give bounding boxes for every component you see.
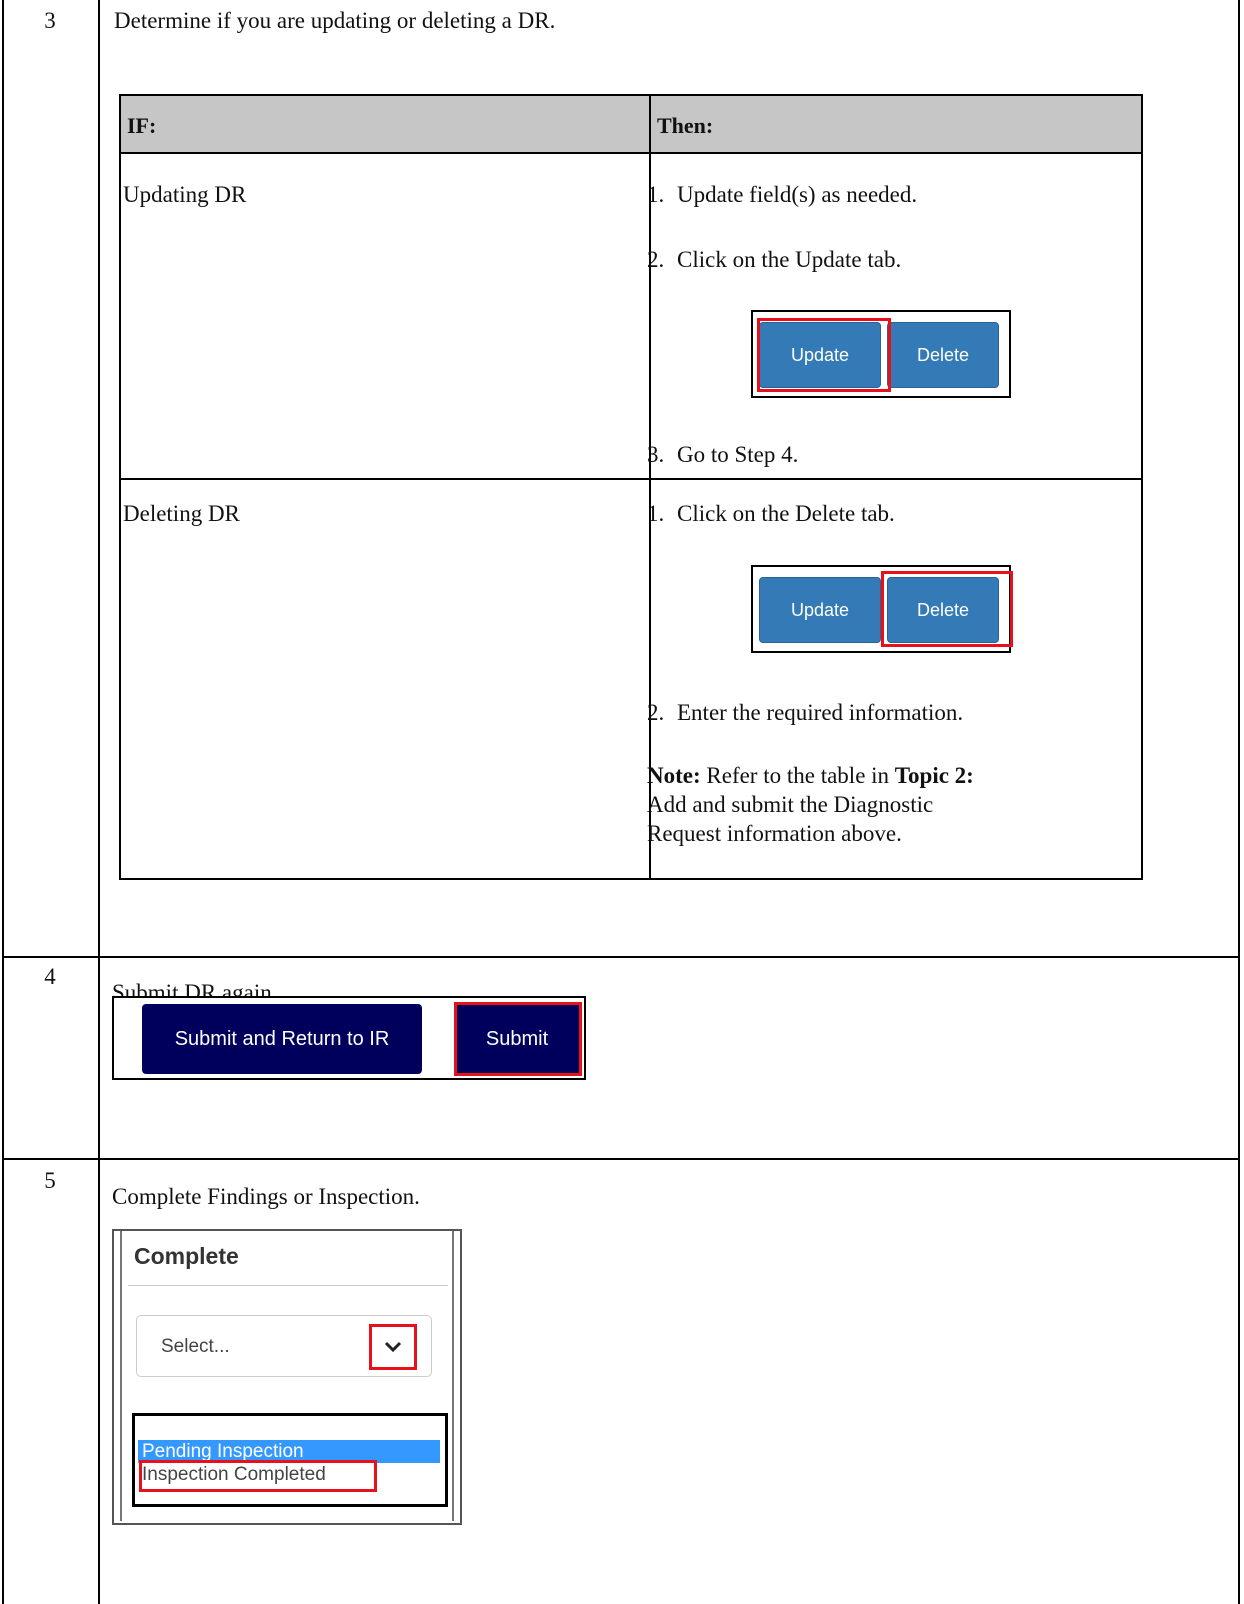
if-then-table: IF: Then: Updating DR 1. Update field(s) …: [119, 94, 1143, 880]
column-divider: [98, 0, 100, 1604]
option-pending-inspection[interactable]: Pending Inspection: [138, 1440, 440, 1463]
then-item: 1. Update field(s) as needed.: [647, 182, 917, 208]
item-text: Go to Step 4.: [677, 442, 799, 467]
dropdown-list: Pending Inspection Inspection Completed: [132, 1413, 448, 1507]
complete-panel: Complete Select... Pending Inspection In…: [120, 1231, 454, 1521]
note-line-2: Add and submit the Diagnostic: [647, 792, 934, 817]
button-screenshot-delete: Update Delete: [751, 565, 1013, 653]
step-5-text: Complete Findings or Inspection.: [112, 1184, 420, 1209]
then-item: 1. Click on the Delete tab.: [647, 501, 895, 527]
note-topic: Topic 2:: [894, 763, 974, 788]
step-3-text: Determine if you are updating or deletin…: [114, 8, 556, 33]
header-then: Then:: [657, 113, 714, 138]
note-line-1: Note: Refer to the table in Topic 2:: [647, 763, 974, 789]
step-number-4: 4: [44, 964, 56, 989]
option-inspection-completed[interactable]: Inspection Completed: [138, 1463, 440, 1486]
row-divider-4: [2, 956, 1240, 958]
item-number: 1.: [647, 501, 665, 526]
then-item: 2. Enter the required information.: [647, 700, 963, 726]
if-then-header: [121, 96, 1141, 154]
title-separator: [128, 1285, 448, 1286]
submit-button[interactable]: Submit: [454, 1004, 580, 1074]
item-text: Enter the required information.: [677, 700, 964, 725]
row-divider-5: [2, 1158, 1240, 1160]
condition-deleting: Deleting DR: [123, 501, 240, 526]
delete-button[interactable]: Delete: [887, 322, 999, 388]
button-screenshot-update: Update Delete: [751, 310, 1011, 398]
note-label: Note:: [647, 763, 701, 788]
header-if: IF:: [127, 113, 157, 138]
step-number-5: 5: [44, 1168, 56, 1193]
if-then-row-divider: [121, 478, 1141, 480]
step-number-3: 3: [44, 8, 56, 33]
then-item: 2. Click on the Update tab.: [647, 247, 901, 273]
if-then-column-divider: [649, 96, 651, 878]
item-text: Click on the Update tab.: [677, 247, 902, 272]
note-text: Refer to the table in: [700, 763, 895, 788]
update-button[interactable]: Update: [759, 577, 881, 643]
complete-title: Complete: [134, 1243, 239, 1269]
item-number: 1.: [647, 182, 665, 207]
chevron-down-icon[interactable]: [369, 1324, 417, 1370]
condition-updating: Updating DR: [123, 182, 247, 207]
submit-screenshot: Submit and Return to IR Submit: [112, 996, 586, 1080]
complete-select[interactable]: Select...: [136, 1315, 432, 1377]
complete-screenshot: Complete Select... Pending Inspection In…: [112, 1229, 462, 1525]
select-placeholder: Select...: [161, 1336, 230, 1357]
update-button[interactable]: Update: [759, 322, 881, 388]
item-number: 2.: [647, 247, 665, 272]
item-number: 2.: [647, 700, 665, 725]
submit-and-return-button[interactable]: Submit and Return to IR: [142, 1004, 422, 1074]
item-number: 3.: [647, 442, 665, 467]
delete-button[interactable]: Delete: [887, 577, 999, 643]
note-line-3: Request information above.: [647, 821, 902, 846]
item-text: Update field(s) as needed.: [677, 182, 918, 207]
item-text: Click on the Delete tab.: [677, 501, 895, 526]
then-item: 3. Go to Step 4.: [647, 442, 798, 468]
